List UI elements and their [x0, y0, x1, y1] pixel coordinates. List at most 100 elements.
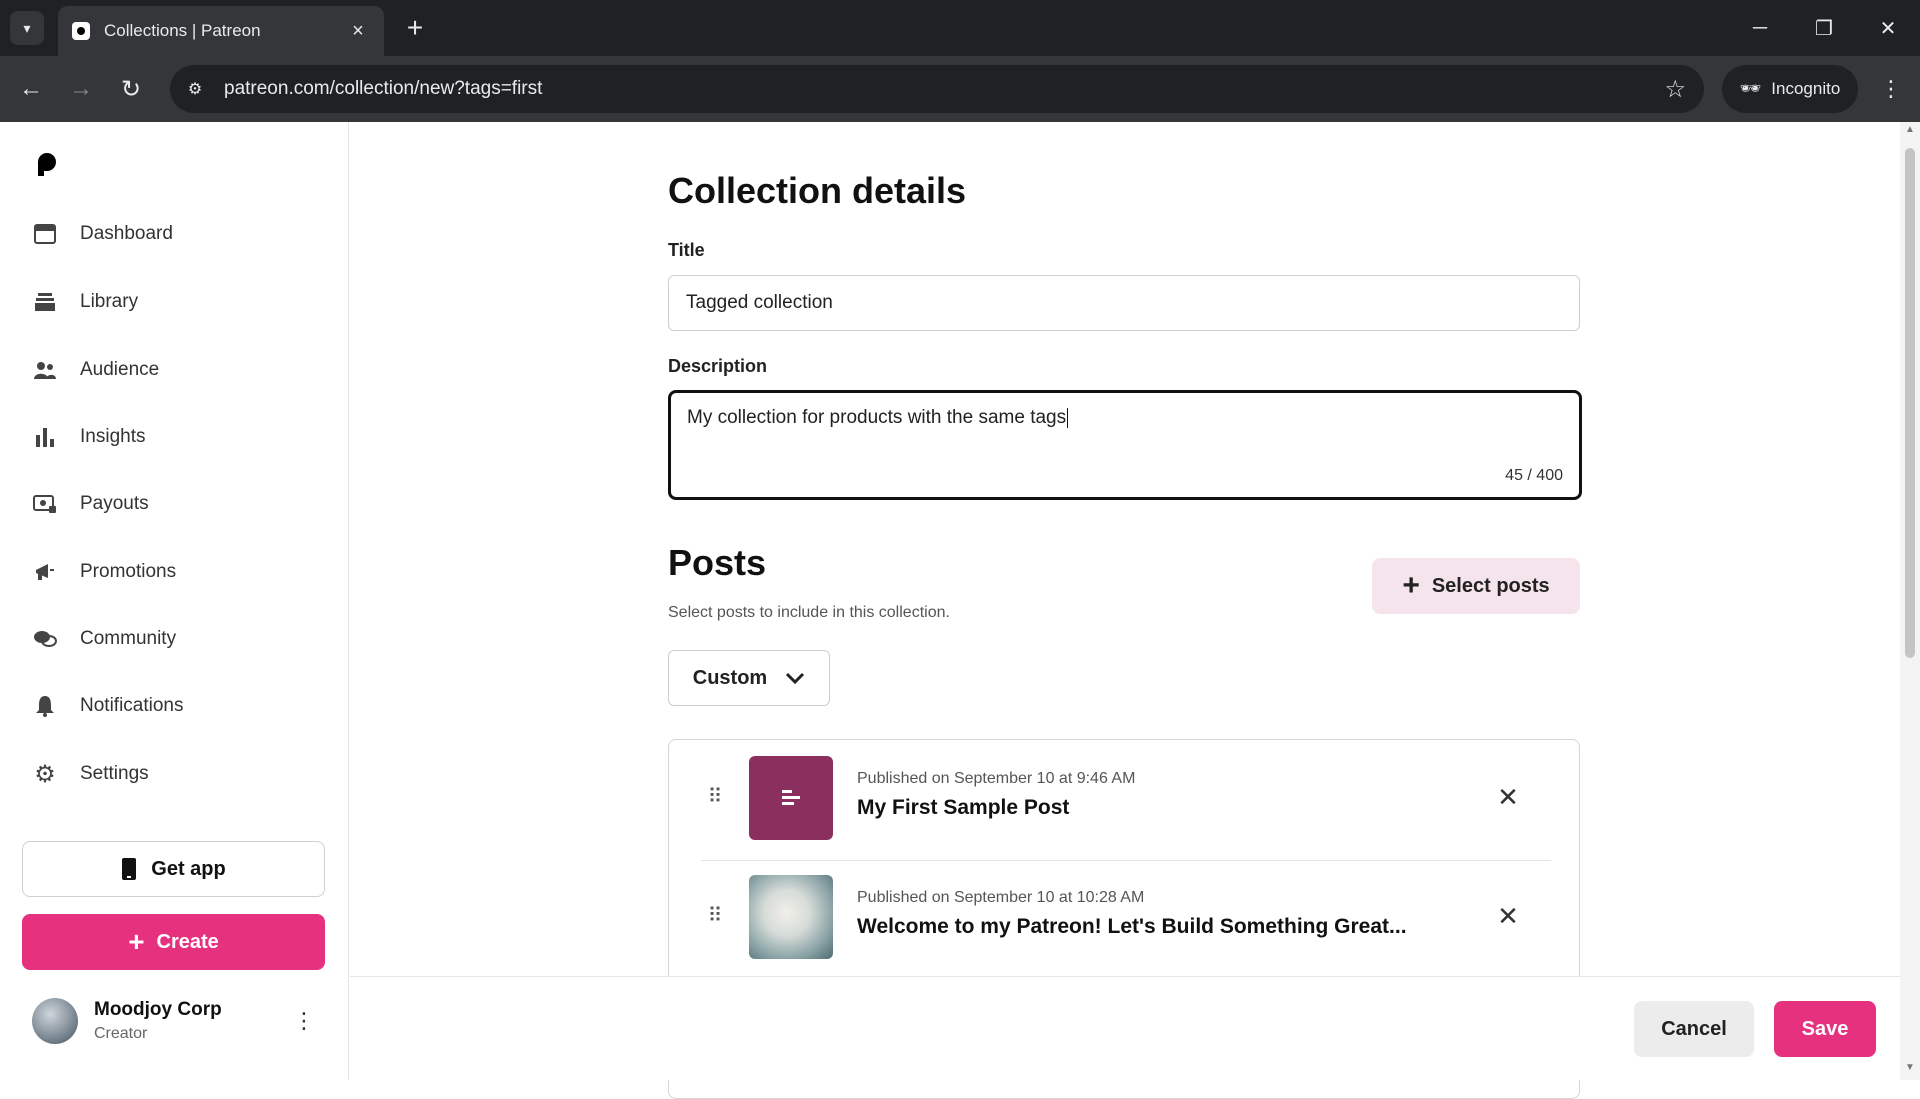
plus-icon: + — [1402, 569, 1420, 602]
list-item: ⠿ Published on September 10 at 10:28 AM … — [669, 859, 1579, 977]
chevron-down-icon: ▾ — [23, 19, 31, 36]
dashboard-icon — [32, 221, 58, 247]
drag-handle-icon[interactable]: ⠿ — [705, 784, 725, 810]
post-title: My First Sample Post — [857, 796, 1070, 819]
forward-button[interactable]: → — [62, 70, 100, 108]
remove-post-icon[interactable]: ✕ — [1491, 780, 1525, 814]
title-input[interactable]: Tagged collection — [668, 275, 1580, 331]
minimize-window-button[interactable]: ─ — [1740, 10, 1780, 46]
user-profile[interactable]: Moodjoy Corp Creator — [32, 998, 222, 1044]
sidebar-item-dashboard[interactable]: Dashboard — [32, 214, 173, 254]
sidebar-item-label: Dashboard — [80, 223, 173, 244]
page-scrollbar[interactable]: ▲ ▼ — [1900, 122, 1920, 1080]
title-label: Title — [668, 240, 705, 260]
sidebar-item-library[interactable]: Library — [32, 282, 138, 322]
browser-tab-bar: ▾ Collections | Patreon × + ─ ❐ ✕ — [0, 0, 1920, 56]
sidebar-item-settings[interactable]: ⚙ Settings — [32, 754, 149, 794]
sidebar-item-label: Notifications — [80, 695, 184, 716]
select-posts-label: Select posts — [1431, 574, 1550, 597]
select-posts-button[interactable]: + Select posts — [1372, 558, 1580, 614]
browser-menu-icon[interactable]: ⋮ — [1876, 70, 1906, 108]
post-thumbnail-image — [749, 875, 833, 959]
audience-icon — [32, 357, 58, 383]
list-item: ⠿ Published on September 10 at 9:46 AM M… — [669, 740, 1579, 858]
remove-post-icon[interactable]: ✕ — [1491, 899, 1525, 933]
address-bar[interactable]: ⚙ patreon.com/collection/new?tags=first … — [170, 65, 1704, 113]
page-title: Collection details — [668, 170, 967, 211]
url-text[interactable]: patreon.com/collection/new?tags=first — [224, 78, 1664, 100]
create-button[interactable]: + Create — [22, 914, 325, 970]
sort-order-dropdown[interactable]: Custom — [668, 650, 830, 706]
chevron-down-icon — [786, 672, 805, 684]
text-post-icon — [749, 756, 833, 840]
drag-handle-icon[interactable]: ⠿ — [705, 903, 725, 929]
browser-tab[interactable]: Collections | Patreon × — [58, 6, 384, 56]
sidebar-item-label: Library — [80, 291, 139, 312]
text-caret — [1067, 407, 1069, 428]
scroll-down-icon[interactable]: ▼ — [1900, 1062, 1920, 1078]
sidebar-item-insights[interactable]: Insights — [32, 417, 145, 457]
phone-icon — [122, 858, 137, 880]
post-published-date: Published on September 10 at 10:28 AM — [857, 889, 1145, 906]
sort-order-value: Custom — [692, 666, 768, 689]
sidebar-item-label: Promotions — [80, 561, 177, 582]
posts-helper-text: Select posts to include in this collecti… — [668, 604, 950, 621]
sidebar-item-label: Settings — [80, 763, 149, 784]
form-footer: Cancel Save — [350, 976, 1900, 1080]
sidebar: Dashboard Library Audience Insights Payo… — [0, 122, 349, 1080]
post-published-date: Published on September 10 at 9:46 AM — [857, 770, 1136, 787]
notifications-icon — [32, 693, 58, 719]
tab-search-button[interactable]: ▾ — [10, 11, 44, 45]
close-window-button[interactable]: ✕ — [1868, 10, 1908, 46]
main-content: Collection details Title Tagged collecti… — [350, 122, 1900, 1099]
scrollbar-thumb[interactable] — [1905, 148, 1915, 658]
save-button[interactable]: Save — [1774, 1001, 1876, 1057]
sidebar-item-payouts[interactable]: Payouts — [32, 484, 149, 524]
incognito-indicator[interactable]: 🕶 Incognito — [1722, 65, 1858, 113]
patreon-logo-icon[interactable] — [36, 152, 58, 178]
posts-heading: Posts — [668, 542, 767, 583]
description-label: Description — [668, 356, 768, 376]
avatar — [32, 998, 78, 1044]
new-tab-button[interactable]: + — [398, 12, 432, 44]
incognito-label: Incognito — [1771, 79, 1841, 98]
post-title: Welcome to my Patreon! Let's Build Somet… — [857, 915, 1407, 938]
insights-icon — [32, 424, 58, 450]
user-menu-icon[interactable]: ⋮ — [292, 1008, 316, 1038]
sidebar-item-community[interactable]: Community — [32, 619, 176, 659]
bookmark-star-icon[interactable]: ☆ — [1664, 75, 1686, 104]
user-name: Moodjoy Corp — [94, 999, 222, 1020]
settings-icon: ⚙ — [34, 760, 56, 788]
title-input-value: Tagged collection — [686, 292, 833, 313]
description-textarea[interactable]: My collection for products with the same… — [668, 390, 1582, 500]
get-app-label: Get app — [151, 857, 226, 880]
sidebar-item-label: Audience — [80, 359, 160, 380]
sidebar-item-label: Payouts — [80, 493, 149, 514]
sidebar-item-label: Insights — [80, 426, 146, 447]
sidebar-item-audience[interactable]: Audience — [32, 350, 159, 390]
patreon-favicon-icon — [72, 22, 90, 40]
scroll-up-icon[interactable]: ▲ — [1900, 124, 1920, 140]
tab-title: Collections | Patreon — [104, 21, 261, 40]
sidebar-item-label: Community — [80, 628, 177, 649]
user-role: Creator — [94, 1025, 148, 1042]
payouts-icon — [32, 491, 58, 517]
get-app-button[interactable]: Get app — [22, 841, 325, 897]
plus-icon: + — [128, 926, 145, 957]
restore-window-button[interactable]: ❐ — [1804, 10, 1844, 46]
sidebar-item-promotions[interactable]: Promotions — [32, 552, 176, 592]
description-char-counter: 45 / 400 — [1505, 467, 1563, 484]
reload-button[interactable]: ↻ — [112, 70, 150, 108]
site-info-icon[interactable]: ⚙ — [180, 74, 210, 104]
cancel-button[interactable]: Cancel — [1634, 1001, 1754, 1057]
create-label: Create — [156, 930, 219, 953]
incognito-icon: 🕶 — [1739, 79, 1762, 98]
description-value: My collection for products with the same… — [687, 407, 1067, 428]
sidebar-item-notifications[interactable]: Notifications — [32, 686, 184, 726]
promotions-icon — [32, 559, 58, 585]
close-tab-icon[interactable]: × — [346, 20, 370, 43]
library-icon — [32, 289, 58, 315]
back-button[interactable]: ← — [12, 70, 50, 108]
browser-toolbar: ← → ↻ ⚙ patreon.com/collection/new?tags=… — [0, 56, 1920, 122]
community-icon — [32, 626, 58, 652]
